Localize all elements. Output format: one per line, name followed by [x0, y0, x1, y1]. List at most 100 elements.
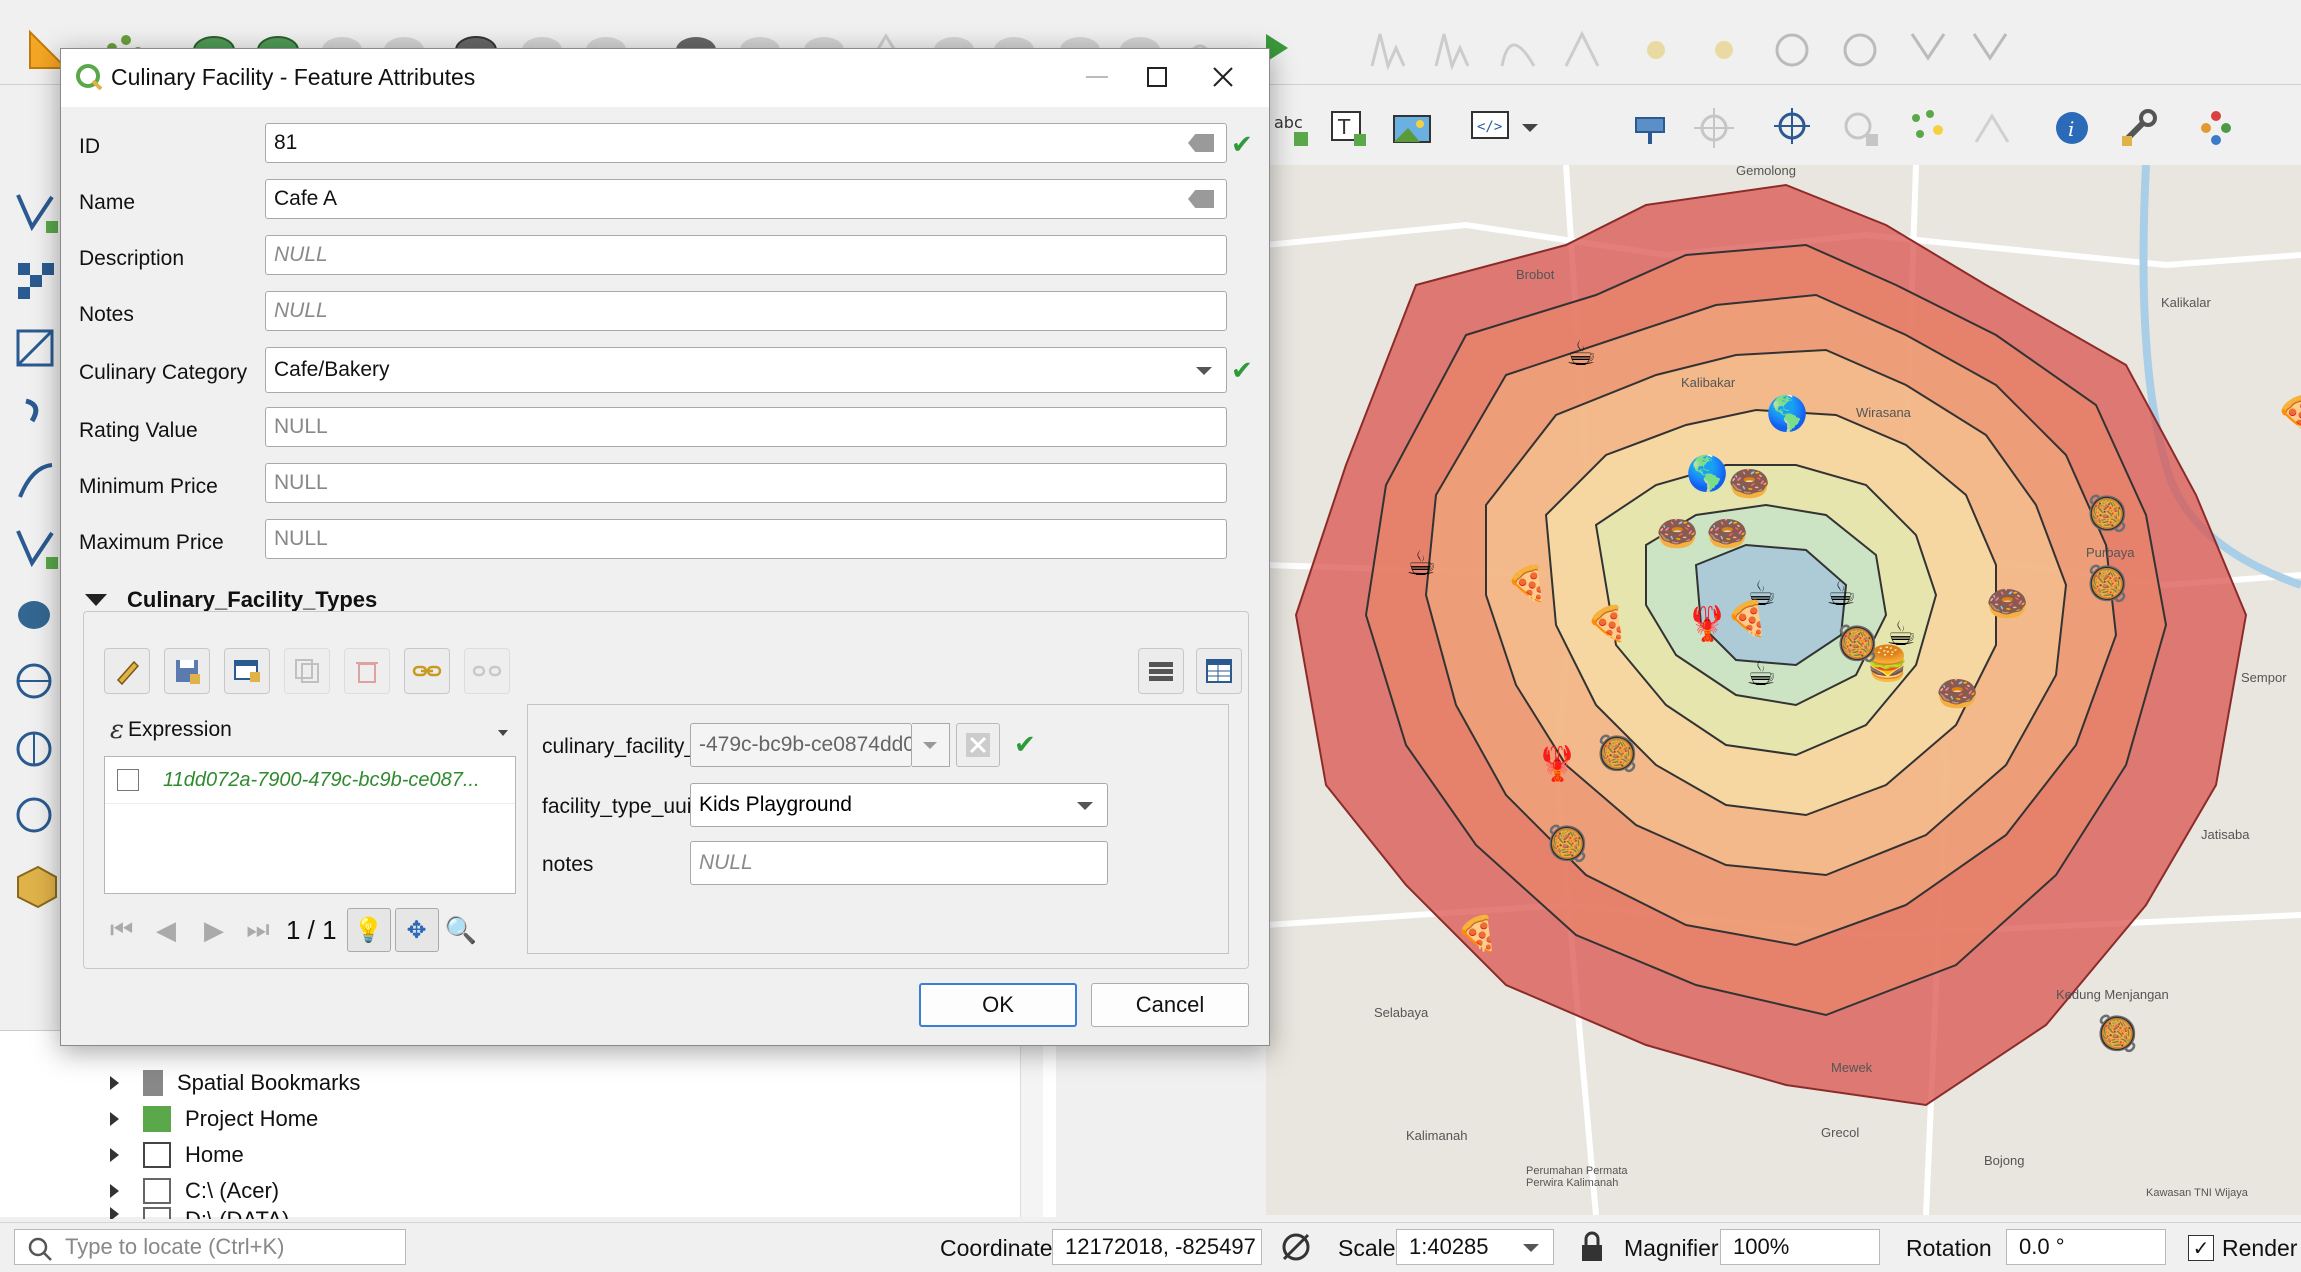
add-mesh-layer-icon[interactable]: [12, 325, 62, 375]
relation-collapse-toggle[interactable]: Culinary_Facility_Types: [85, 587, 377, 613]
add-spatialite-icon[interactable]: [12, 457, 62, 507]
first-page-icon[interactable]: ⏮: [110, 914, 142, 946]
add-virtual-layer-icon[interactable]: [12, 793, 62, 843]
settings-wrench-icon[interactable]: [2114, 104, 2162, 152]
text-annotation-icon[interactable]: T: [1324, 104, 1372, 152]
uuid-field[interactable]: -479c-bc9b-ce0874dd0b39): [690, 723, 912, 767]
culinary-category-select[interactable]: Cafe/Bakery: [265, 347, 1227, 393]
histogram-icon[interactable]: [1364, 26, 1412, 74]
expand-arrow-icon[interactable]: [110, 1076, 119, 1090]
form-notes-field[interactable]: NULL: [690, 841, 1108, 885]
cancel-button[interactable]: Cancel: [1091, 983, 1249, 1027]
expand-arrow-icon[interactable]: [110, 1112, 119, 1126]
move-icon[interactable]: [1558, 26, 1606, 74]
tree-item-drive-d[interactable]: D:\ (DATA): [110, 1207, 289, 1219]
add-vector-layer-icon[interactable]: [12, 187, 62, 237]
link-feature-button[interactable]: [404, 648, 450, 694]
svg-text:🍕: 🍕: [1506, 564, 1548, 604]
uuid-dropdown-button[interactable]: [912, 723, 950, 767]
map-canvas[interactable]: ☕ 🍩 🍩 🍩 🍩 🍩 🌎 🌎 ☕ ☕ ☕ ☕ ☕ 🦞 🦞 🍕 🍕 🍕 🍕 🍕 🍔 🥘 🥘 🥘 🥘 🥘 🥘 Gemo…: [1266, 165, 2301, 1215]
list-item-checkbox[interactable]: [117, 769, 139, 791]
maximum-price-field[interactable]: NULL: [265, 519, 1227, 559]
plugin-icon[interactable]: [2192, 104, 2240, 152]
delete-feature-button[interactable]: [344, 648, 390, 694]
label-tool-icon[interactable]: abc: [1266, 104, 1314, 152]
add-delimited-text-icon[interactable]: [12, 391, 62, 441]
sun-icon[interactable]: [1632, 26, 1680, 74]
image-annotation-icon[interactable]: [1388, 104, 1436, 152]
tree-item-drive-c[interactable]: C:\ (Acer): [110, 1173, 279, 1209]
add-child-feature-button[interactable]: [224, 648, 270, 694]
highlight-feature-icon[interactable]: 💡: [346, 908, 391, 952]
toggle-editing-button[interactable]: [104, 648, 150, 694]
pan-to-feature-icon[interactable]: ✥: [394, 908, 439, 952]
child-feature-list[interactable]: 11dd072a-7900-479c-bc9b-ce087...: [104, 756, 516, 894]
minimize-button[interactable]: [1071, 57, 1123, 97]
locate-bar[interactable]: Type to locate (Ctrl+K): [14, 1229, 406, 1265]
expand-arrow-icon[interactable]: [110, 1207, 119, 1219]
list-item[interactable]: 11dd072a-7900-479c-bc9b-ce087...: [105, 757, 515, 804]
tree-item-spatial-bookmarks[interactable]: Spatial Bookmarks: [110, 1065, 360, 1101]
expand-arrow-icon[interactable]: [110, 1148, 119, 1162]
maximize-button[interactable]: [1131, 57, 1183, 97]
add-wfs-icon[interactable]: [12, 727, 62, 777]
curve-icon[interactable]: [1494, 26, 1542, 74]
add-postgis-icon[interactable]: [12, 591, 62, 641]
close-button[interactable]: [1197, 57, 1249, 97]
unlink-feature-button[interactable]: [464, 648, 510, 694]
identify-icon[interactable]: i: [2048, 104, 2096, 152]
previous-page-icon[interactable]: ◀: [142, 915, 190, 946]
add-geopackage-icon[interactable]: [12, 523, 62, 573]
rating-value: NULL: [274, 415, 328, 438]
expression-selector[interactable]: ε Expression: [110, 712, 514, 748]
notes-field[interactable]: NULL: [265, 291, 1227, 331]
clear-icon[interactable]: [1188, 190, 1214, 208]
expand-arrow-icon[interactable]: [110, 1184, 119, 1198]
pin-labels-icon[interactable]: [1626, 104, 1674, 152]
rotation-field[interactable]: 0.0 °: [2006, 1229, 2166, 1265]
name-field[interactable]: Cafe A: [265, 179, 1227, 219]
next-page-icon[interactable]: ▶: [190, 915, 238, 946]
add-feature-icon[interactable]: [1770, 104, 1818, 152]
form-view-button[interactable]: [1138, 648, 1184, 694]
render-label: Render: [2222, 1235, 2298, 1261]
dropdown-arrow-icon[interactable]: [1518, 104, 1542, 152]
slope-alt-icon[interactable]: [1966, 26, 2014, 74]
save-edits-button[interactable]: [164, 648, 210, 694]
html-annotation-icon[interactable]: </>: [1466, 104, 1514, 152]
magnifier-field[interactable]: 100%: [1720, 1229, 1880, 1265]
lock-icon[interactable]: [1578, 1231, 1606, 1263]
add-3d-layer-icon[interactable]: [12, 861, 62, 911]
tree-item-project-home[interactable]: Project Home: [110, 1101, 318, 1137]
clear-icon[interactable]: [1188, 134, 1214, 152]
coordinate-field[interactable]: 12172018, -825497: [1052, 1229, 1262, 1265]
id-field[interactable]: 81: [265, 123, 1227, 163]
disabled-tool-icon[interactable]: [1968, 104, 2016, 152]
globe-icon[interactable]: [1768, 26, 1816, 74]
table-view-button[interactable]: [1196, 648, 1242, 694]
add-point-icon[interactable]: [1836, 104, 1884, 152]
dialog-titlebar[interactable]: Culinary Facility - Feature Attributes: [61, 49, 1269, 107]
add-raster-layer-icon[interactable]: [12, 257, 62, 307]
facility-type-select[interactable]: Kids Playground: [690, 783, 1108, 827]
ok-button[interactable]: OK: [919, 983, 1077, 1027]
add-wms-icon[interactable]: [12, 659, 62, 709]
move-label-icon[interactable]: [1690, 104, 1738, 152]
rating-value-field[interactable]: NULL: [265, 407, 1227, 447]
tree-item-home[interactable]: Home: [110, 1137, 244, 1173]
minimum-price-field[interactable]: NULL: [265, 463, 1227, 503]
render-checkbox[interactable]: ✓: [2188, 1235, 2214, 1261]
profile-icon[interactable]: [1428, 26, 1476, 74]
slope-icon[interactable]: [1904, 26, 1952, 74]
browser-scrollbar[interactable]: [1020, 1031, 1043, 1217]
point-cluster-icon[interactable]: [1904, 104, 1952, 152]
zoom-to-feature-icon[interactable]: 🔍: [445, 915, 477, 946]
clear-uuid-button[interactable]: [956, 723, 1000, 767]
globe-alt-icon[interactable]: [1836, 26, 1884, 74]
description-field[interactable]: NULL: [265, 235, 1227, 275]
last-page-icon[interactable]: ⏭: [238, 914, 278, 946]
duplicate-feature-button[interactable]: [284, 648, 330, 694]
sun-alt-icon[interactable]: [1700, 26, 1748, 74]
mouse-crs-icon[interactable]: [1280, 1231, 1312, 1263]
scale-field[interactable]: 1:40285: [1396, 1229, 1554, 1265]
